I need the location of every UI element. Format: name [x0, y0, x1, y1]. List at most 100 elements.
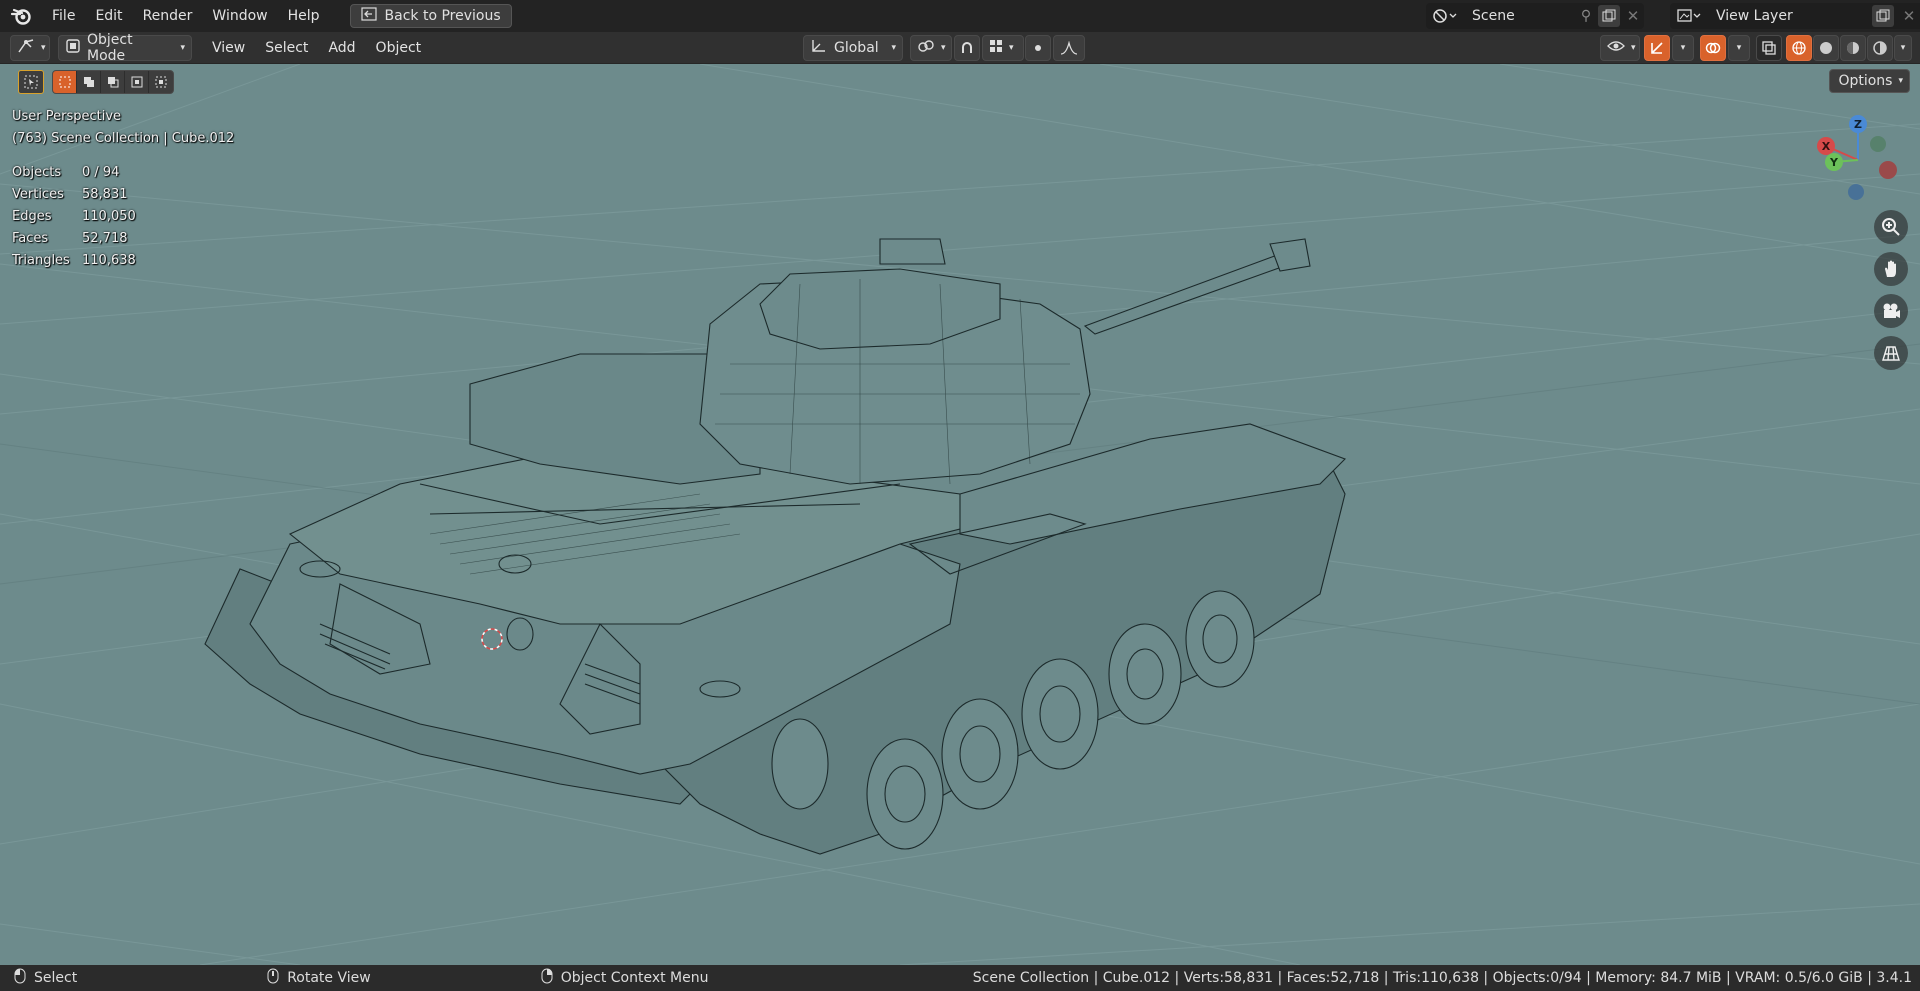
menu-render[interactable]: Render: [133, 0, 203, 32]
y-label: Y: [1829, 156, 1839, 169]
stat-value: 0 / 94: [82, 165, 120, 180]
stat-label: Edges: [12, 209, 52, 224]
stat-label: Faces: [12, 231, 49, 246]
pivot-icon: [917, 38, 935, 58]
stat-value: 110,638: [82, 253, 136, 268]
status-info: Scene Collection | Cube.012 | Verts:58,8…: [972, 970, 1912, 986]
status-context: Object Context Menu: [541, 968, 709, 988]
select-extend-icon[interactable]: [77, 71, 101, 93]
menu-help[interactable]: Help: [278, 0, 330, 32]
menu-view[interactable]: View: [202, 32, 255, 64]
close-icon[interactable]: ✕: [1622, 7, 1644, 25]
camera-icon[interactable]: [1874, 294, 1908, 328]
neg-z-handle[interactable]: [1848, 184, 1864, 200]
stat-label: Vertices: [12, 187, 64, 202]
tool-settings: [18, 70, 174, 94]
chevron-down-icon: ▾: [1736, 42, 1742, 53]
stat-label: Triangles: [12, 253, 70, 268]
select-intersect-icon[interactable]: [149, 71, 173, 93]
menu-file[interactable]: File: [42, 0, 85, 32]
shading-dropdown[interactable]: ▾: [1894, 34, 1912, 61]
orientation-selector[interactable]: Global ▾: [803, 34, 903, 61]
menu-select[interactable]: Select: [255, 32, 318, 64]
neg-x-handle[interactable]: [1879, 161, 1897, 179]
stat-value: 52,718: [82, 231, 128, 246]
close-view-layer-icon[interactable]: ✕: [1898, 7, 1920, 25]
wireframe-shading-icon[interactable]: [1786, 34, 1812, 61]
hand-icon[interactable]: [1874, 252, 1908, 286]
collection-label: (763) Scene Collection | Cube.012: [12, 131, 235, 146]
view-layer-selector[interactable]: View Layer ✕: [1670, 3, 1920, 29]
menu-edit[interactable]: Edit: [85, 0, 132, 32]
neg-y-handle[interactable]: [1870, 136, 1886, 152]
options-button[interactable]: Options ▾: [1829, 69, 1910, 93]
select-invert-icon[interactable]: [125, 71, 149, 93]
chevron-down-icon: ▾: [41, 42, 46, 53]
blender-logo-icon[interactable]: [0, 0, 42, 32]
chevron-down-icon: ▾: [941, 42, 946, 53]
rendered-shading-icon[interactable]: [1867, 34, 1893, 61]
select-subtract-icon[interactable]: [101, 71, 125, 93]
status-context-label: Object Context Menu: [560, 970, 709, 986]
chevron-down-icon: ▾: [1009, 42, 1014, 53]
proportional-icon[interactable]: [1025, 34, 1051, 61]
stat-faces: Faces 52,718: [12, 228, 234, 250]
select-tool-icon[interactable]: [18, 70, 44, 94]
orientation-label: Global: [834, 39, 879, 56]
orientation-icon: [810, 38, 828, 58]
zoom-icon[interactable]: [1874, 210, 1908, 244]
navigation-gizmo[interactable]: Z X Y: [1808, 110, 1908, 210]
copy-view-layer-icon[interactable]: [1872, 5, 1894, 27]
snap-icon[interactable]: [954, 34, 980, 61]
stat-edges: Edges 110,050: [12, 206, 234, 228]
view-layer-icon[interactable]: [1670, 8, 1708, 24]
grid-view-icon[interactable]: [1874, 336, 1908, 370]
scene-name[interactable]: Scene: [1464, 8, 1574, 24]
status-bar: Select Rotate View Object Context Menu S…: [0, 965, 1920, 991]
copy-icon[interactable]: [1598, 5, 1620, 27]
object-mode-icon: [65, 38, 81, 58]
view-layer-name[interactable]: View Layer: [1708, 8, 1872, 24]
pivot-selector[interactable]: ▾: [910, 34, 952, 61]
chevron-down-icon: ▾: [1631, 42, 1636, 53]
menu-object[interactable]: Object: [366, 32, 432, 64]
snap-target-selector[interactable]: ▾: [982, 34, 1024, 61]
3d-viewport[interactable]: Options ▾ User Perspective (763) Scene C…: [0, 64, 1920, 965]
visibility-selector[interactable]: ▾: [1600, 34, 1640, 61]
mouse-middle-icon: [267, 968, 279, 988]
stat-vertices: Vertices 58,831: [12, 184, 234, 206]
overlay-dropdown[interactable]: ▾: [1728, 34, 1750, 61]
mode-label: Object Mode: [87, 31, 133, 64]
status-rotate: Rotate View: [267, 968, 371, 988]
back-label: Back to Previous: [384, 8, 501, 24]
overlay-icon[interactable]: [1700, 34, 1726, 61]
tank-wireframe: [204, 238, 1346, 855]
stat-objects: Objects 0 / 94: [12, 162, 234, 184]
stat-value: 58,831: [82, 187, 128, 202]
proportional-group: [1025, 34, 1085, 61]
menu-window[interactable]: Window: [202, 0, 277, 32]
viewport-grid: [0, 64, 1920, 965]
scene-selector[interactable]: Scene ⚲ ✕: [1426, 3, 1644, 29]
snap-group: ▾: [954, 34, 1024, 61]
material-shading-icon[interactable]: [1840, 34, 1866, 61]
x-label: X: [1822, 140, 1831, 153]
pin-icon[interactable]: ⚲: [1574, 8, 1598, 24]
options-label: Options: [1838, 73, 1893, 89]
falloff-icon[interactable]: [1053, 34, 1085, 61]
solid-shading-icon[interactable]: [1813, 34, 1839, 61]
snap-grid-icon: [989, 39, 1003, 57]
select-new-icon[interactable]: [53, 71, 77, 93]
gizmo-group: ▾: [1644, 34, 1694, 61]
mode-selector[interactable]: Object Mode ▾: [58, 31, 192, 64]
stat-triangles: Triangles 110,638: [12, 250, 234, 272]
gizmo-dropdown[interactable]: ▾: [1672, 34, 1694, 61]
xray-icon[interactable]: [1756, 34, 1782, 61]
back-to-previous-button[interactable]: Back to Previous: [349, 4, 512, 28]
editor-type-icon: [17, 38, 35, 58]
scene-icon[interactable]: [1426, 8, 1464, 24]
editor-type-button[interactable]: ▾: [10, 34, 50, 61]
z-label: Z: [1854, 118, 1862, 131]
menu-add[interactable]: Add: [318, 32, 365, 64]
gizmo-icon[interactable]: [1644, 34, 1670, 61]
